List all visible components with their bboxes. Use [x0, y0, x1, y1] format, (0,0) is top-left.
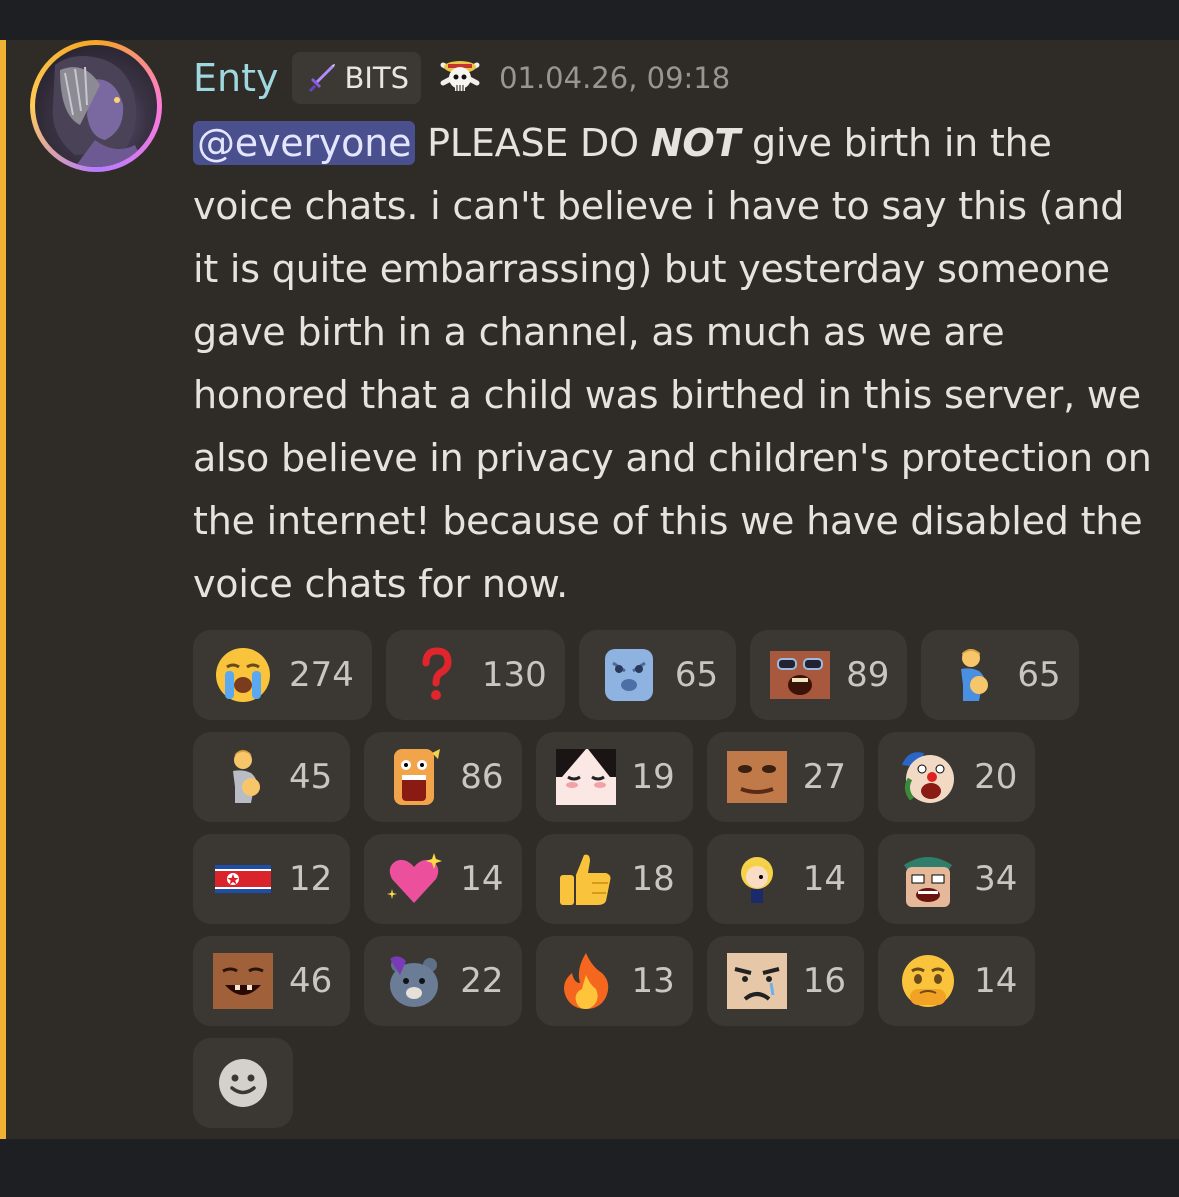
- reaction-button[interactable]: 65: [921, 630, 1079, 720]
- pregnant-person-emoji: [213, 747, 273, 807]
- reaction-button[interactable]: 65: [578, 630, 737, 720]
- reaction-bar: 274 130 65 89 65 45 86 19 27 20 12 14 18…: [193, 630, 1153, 1140]
- reaction-count: 20: [974, 757, 1018, 797]
- bottom-bar: [0, 1139, 1179, 1197]
- red-question-mark-emoji: [406, 645, 466, 705]
- reaction-row: 46 22 13 16 14: [193, 936, 1153, 1026]
- thumbs-up-emoji: [556, 849, 616, 909]
- reaction-row: 12 14 18 14 34: [193, 834, 1153, 924]
- chibi-blonde-character-emoji: [727, 849, 787, 909]
- fire-emoji: [556, 951, 616, 1011]
- reaction-count: 89: [846, 655, 890, 695]
- reaction-count: 22: [460, 961, 504, 1001]
- message-text-part-1: PLEASE DO: [415, 121, 651, 165]
- reaction-button[interactable]: 22: [364, 936, 522, 1026]
- reaction-button[interactable]: 16: [706, 936, 865, 1026]
- blue-mask-face-emoji: [599, 645, 659, 705]
- reaction-row: [193, 1038, 1153, 1128]
- reaction-count: 12: [289, 859, 333, 899]
- reaction-count: 14: [802, 859, 847, 899]
- avatar[interactable]: [30, 40, 162, 172]
- reaction-button[interactable]: 34: [878, 834, 1036, 924]
- add-reaction-button[interactable]: [193, 1038, 293, 1128]
- reaction-button[interactable]: 86: [364, 732, 522, 822]
- everyone-mention[interactable]: @everyone: [193, 121, 416, 165]
- reaction-button[interactable]: 14: [878, 936, 1036, 1026]
- message-content: @everyone PLEASE DO NOT give birth in th…: [193, 112, 1153, 616]
- face-holding-back-tears-emoji: [898, 951, 958, 1011]
- chat-message[interactable]: Enty BITS 01.04.26, 09:18 @everyone PLEA…: [0, 40, 1179, 1139]
- reaction-count: 16: [802, 961, 847, 1001]
- reaction-count: 14: [974, 961, 1018, 1001]
- sunglasses-screaming-face-emoji: [770, 645, 831, 705]
- reaction-button[interactable]: 274: [193, 630, 372, 720]
- reaction-count: 14: [460, 859, 504, 899]
- pregnant-man-emoji: [941, 645, 1001, 705]
- author-username[interactable]: Enty: [193, 56, 278, 100]
- message-header: Enty BITS 01.04.26, 09:18: [193, 50, 730, 106]
- reaction-count: 86: [460, 757, 504, 797]
- reaction-button[interactable]: 14: [706, 834, 865, 924]
- squished-face-emoji: [726, 747, 787, 807]
- message-text-part-2: give birth in the voice chats. i can't b…: [193, 121, 1152, 606]
- reaction-button[interactable]: 27: [706, 732, 865, 822]
- laughing-man-emoji: [213, 951, 273, 1011]
- reaction-count: 45: [289, 757, 333, 797]
- server-tag[interactable]: BITS: [292, 52, 422, 104]
- reaction-count: 130: [481, 655, 547, 695]
- crying-manga-face-emoji: [726, 951, 787, 1011]
- reaction-count: 19: [631, 757, 675, 797]
- reaction-button[interactable]: 13: [535, 936, 693, 1026]
- message-timestamp: 01.04.26, 09:18: [499, 61, 731, 95]
- reaction-button[interactable]: 18: [535, 834, 693, 924]
- north-korea-flag-emoji: [213, 849, 273, 909]
- reaction-button[interactable]: 130: [385, 630, 565, 720]
- bear-with-blue-hair-emoji: [384, 951, 444, 1011]
- clown-pirate-yelling-emoji: [898, 747, 958, 807]
- sparkling-heart-emoji: [384, 849, 444, 909]
- mention-highlight-bar: [0, 40, 6, 1139]
- reaction-count: 65: [674, 655, 719, 695]
- straw-hat-jolly-roger-icon: [440, 61, 480, 91]
- reaction-count: 13: [631, 961, 675, 1001]
- reaction-count: 27: [802, 757, 847, 797]
- reaction-count: 274: [289, 655, 354, 695]
- server-tag-label: BITS: [344, 61, 410, 95]
- sword-icon: [309, 64, 336, 92]
- loudly-crying-face-emoji: [213, 645, 273, 705]
- reaction-button[interactable]: 45: [193, 732, 351, 822]
- smiley-add-reaction-icon: [219, 1059, 267, 1107]
- pirate-crying-emoji: [898, 849, 958, 909]
- reaction-button[interactable]: 14: [364, 834, 522, 924]
- reaction-button[interactable]: 89: [750, 630, 908, 720]
- reaction-button[interactable]: 12: [193, 834, 351, 924]
- reaction-button[interactable]: 46: [193, 936, 351, 1026]
- reaction-count: 18: [631, 859, 675, 899]
- top-bar: [0, 0, 1179, 40]
- message-emphasis: NOT: [650, 121, 741, 165]
- anime-screaming-emoji: [384, 747, 444, 807]
- reaction-count: 34: [974, 859, 1018, 899]
- reaction-button[interactable]: 19: [535, 732, 693, 822]
- reaction-row: 45 86 19 27 20: [193, 732, 1153, 822]
- blushing-anime-face-emoji: [555, 747, 616, 807]
- reaction-count: 65: [1017, 655, 1061, 695]
- reaction-row: 274 130 65 89 65: [193, 630, 1153, 720]
- avatar-image: [35, 45, 157, 167]
- reaction-count: 46: [289, 961, 333, 1001]
- reaction-button[interactable]: 20: [878, 732, 1036, 822]
